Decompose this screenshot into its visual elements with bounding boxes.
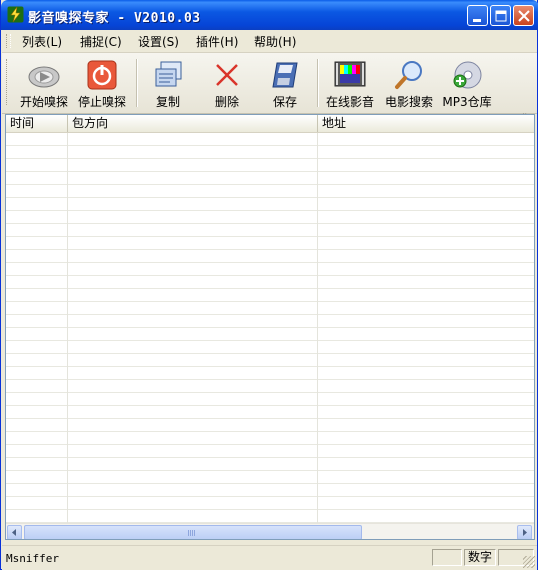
column-header-direction[interactable]: 包方向 — [68, 115, 318, 132]
arrow-right-icon — [523, 529, 527, 536]
list-header: 时间 包方向 地址 — [6, 115, 534, 133]
stop-sniff-button[interactable]: 停止嗅探 — [73, 57, 131, 111]
list-rows[interactable] — [6, 133, 534, 523]
online-media-icon — [334, 61, 366, 87]
stop-power-icon — [87, 60, 117, 90]
horizontal-scrollbar[interactable] — [6, 523, 534, 539]
status-panel — [432, 549, 462, 566]
lightning-app-icon — [7, 6, 24, 23]
scroll-thumb-grip — [188, 530, 196, 536]
start-sniff-button[interactable]: 开始嗅探 — [15, 57, 73, 111]
scroll-right-button[interactable] — [517, 525, 532, 539]
title-bar[interactable]: 影音嗅探专家 - V2010.03 — [1, 0, 538, 30]
close-button[interactable] — [513, 5, 534, 26]
column-divider — [67, 133, 68, 523]
delete-button[interactable]: 删除 — [198, 57, 256, 111]
window-title: 影音嗅探专家 - V2010.03 — [28, 11, 201, 26]
stop-sniff-label: 停止嗅探 — [77, 95, 126, 109]
close-icon — [518, 10, 530, 22]
movie-search-button[interactable]: 电影搜索 — [380, 57, 438, 111]
delete-x-icon — [216, 64, 238, 86]
maximize-button[interactable] — [490, 5, 511, 26]
status-bar: Msniffer 数字 — [2, 545, 537, 570]
save-label: 保存 — [272, 95, 297, 109]
toolbar: 开始嗅探 停止嗅探 复制 删除 保存 在线影音 电影搜索 MP3仓库 — [2, 53, 537, 155]
capture-list[interactable]: 时间 包方向 地址 — [5, 114, 535, 540]
magnifier-icon — [395, 61, 422, 89]
arrow-left-icon — [12, 529, 16, 536]
copy-button[interactable]: 复制 — [139, 57, 197, 111]
status-text: Msniffer — [6, 552, 59, 565]
scroll-thumb[interactable] — [24, 525, 362, 539]
minimize-icon — [473, 19, 481, 22]
menu-bar: 列表(L) 捕捉(C) 设置(S) 插件(H) 帮助(H) — [2, 30, 537, 53]
scroll-left-button[interactable] — [7, 525, 22, 539]
maximize-icon — [495, 10, 507, 22]
app-window: 影音嗅探专家 - V2010.03 列表(L) 捕捉(C) 设置(S) 插件(H… — [0, 0, 538, 570]
column-header-time[interactable]: 时间 — [6, 115, 68, 132]
column-divider — [317, 133, 318, 523]
mp3-store-button[interactable]: MP3仓库 — [438, 57, 496, 111]
menu-list[interactable]: 列表(L) — [22, 34, 62, 50]
resize-grip[interactable] — [523, 556, 535, 568]
minimize-button[interactable] — [467, 5, 488, 26]
menu-help[interactable]: 帮助(H) — [254, 34, 296, 50]
mp3-store-label: MP3仓库 — [442, 95, 492, 109]
online-media-button[interactable]: 在线影音 — [321, 57, 379, 111]
status-numlock: 数字 — [464, 549, 496, 566]
save-floppy-icon — [272, 62, 298, 88]
column-header-address[interactable]: 地址 — [318, 115, 534, 132]
menu-capture[interactable]: 捕捉(C) — [80, 34, 122, 50]
mp3-disc-icon — [453, 61, 482, 89]
menu-grip[interactable] — [6, 34, 11, 48]
menu-plugins[interactable]: 插件(H) — [196, 34, 238, 50]
menu-settings[interactable]: 设置(S) — [138, 34, 179, 50]
play-disc-icon — [28, 66, 60, 88]
copy-icon — [155, 61, 182, 87]
save-button[interactable]: 保存 — [256, 57, 314, 111]
